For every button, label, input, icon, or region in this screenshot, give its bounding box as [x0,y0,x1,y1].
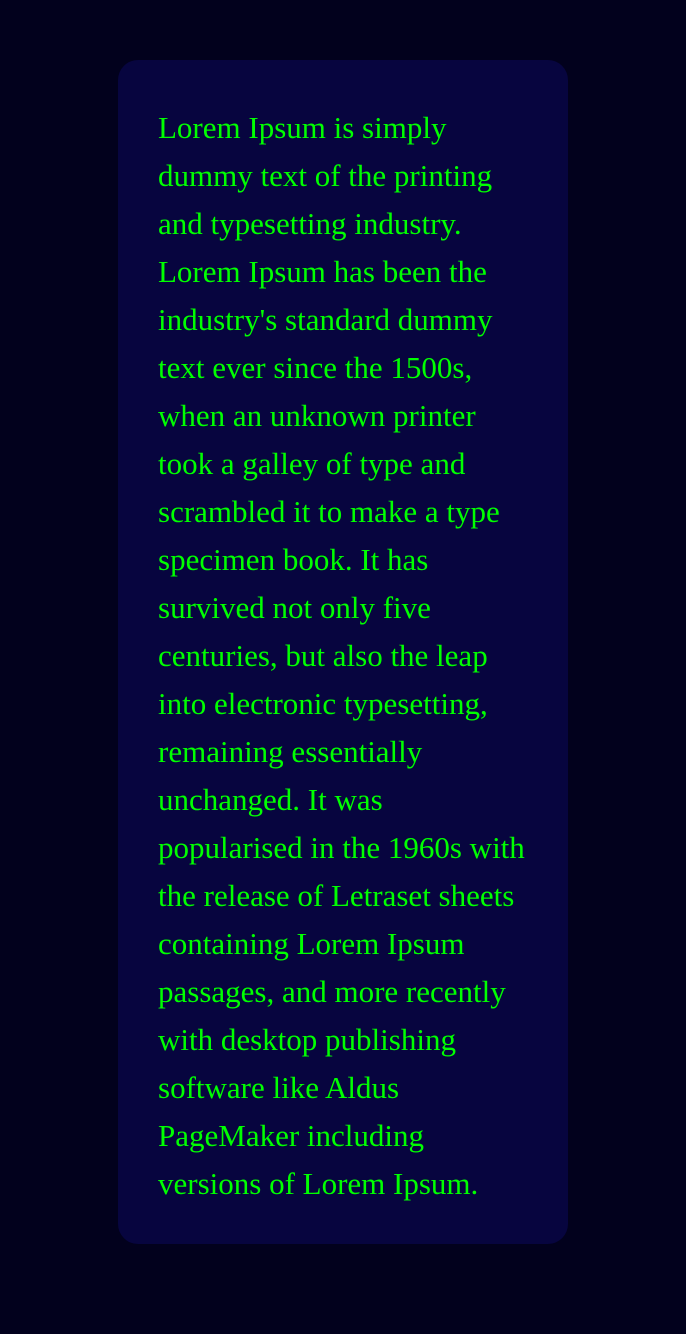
card-paragraph: Lorem Ipsum is simply dummy text of the … [158,110,525,1201]
page: Lorem Ipsum is simply dummy text of the … [0,0,686,1334]
text-card: Lorem Ipsum is simply dummy text of the … [118,60,568,1244]
